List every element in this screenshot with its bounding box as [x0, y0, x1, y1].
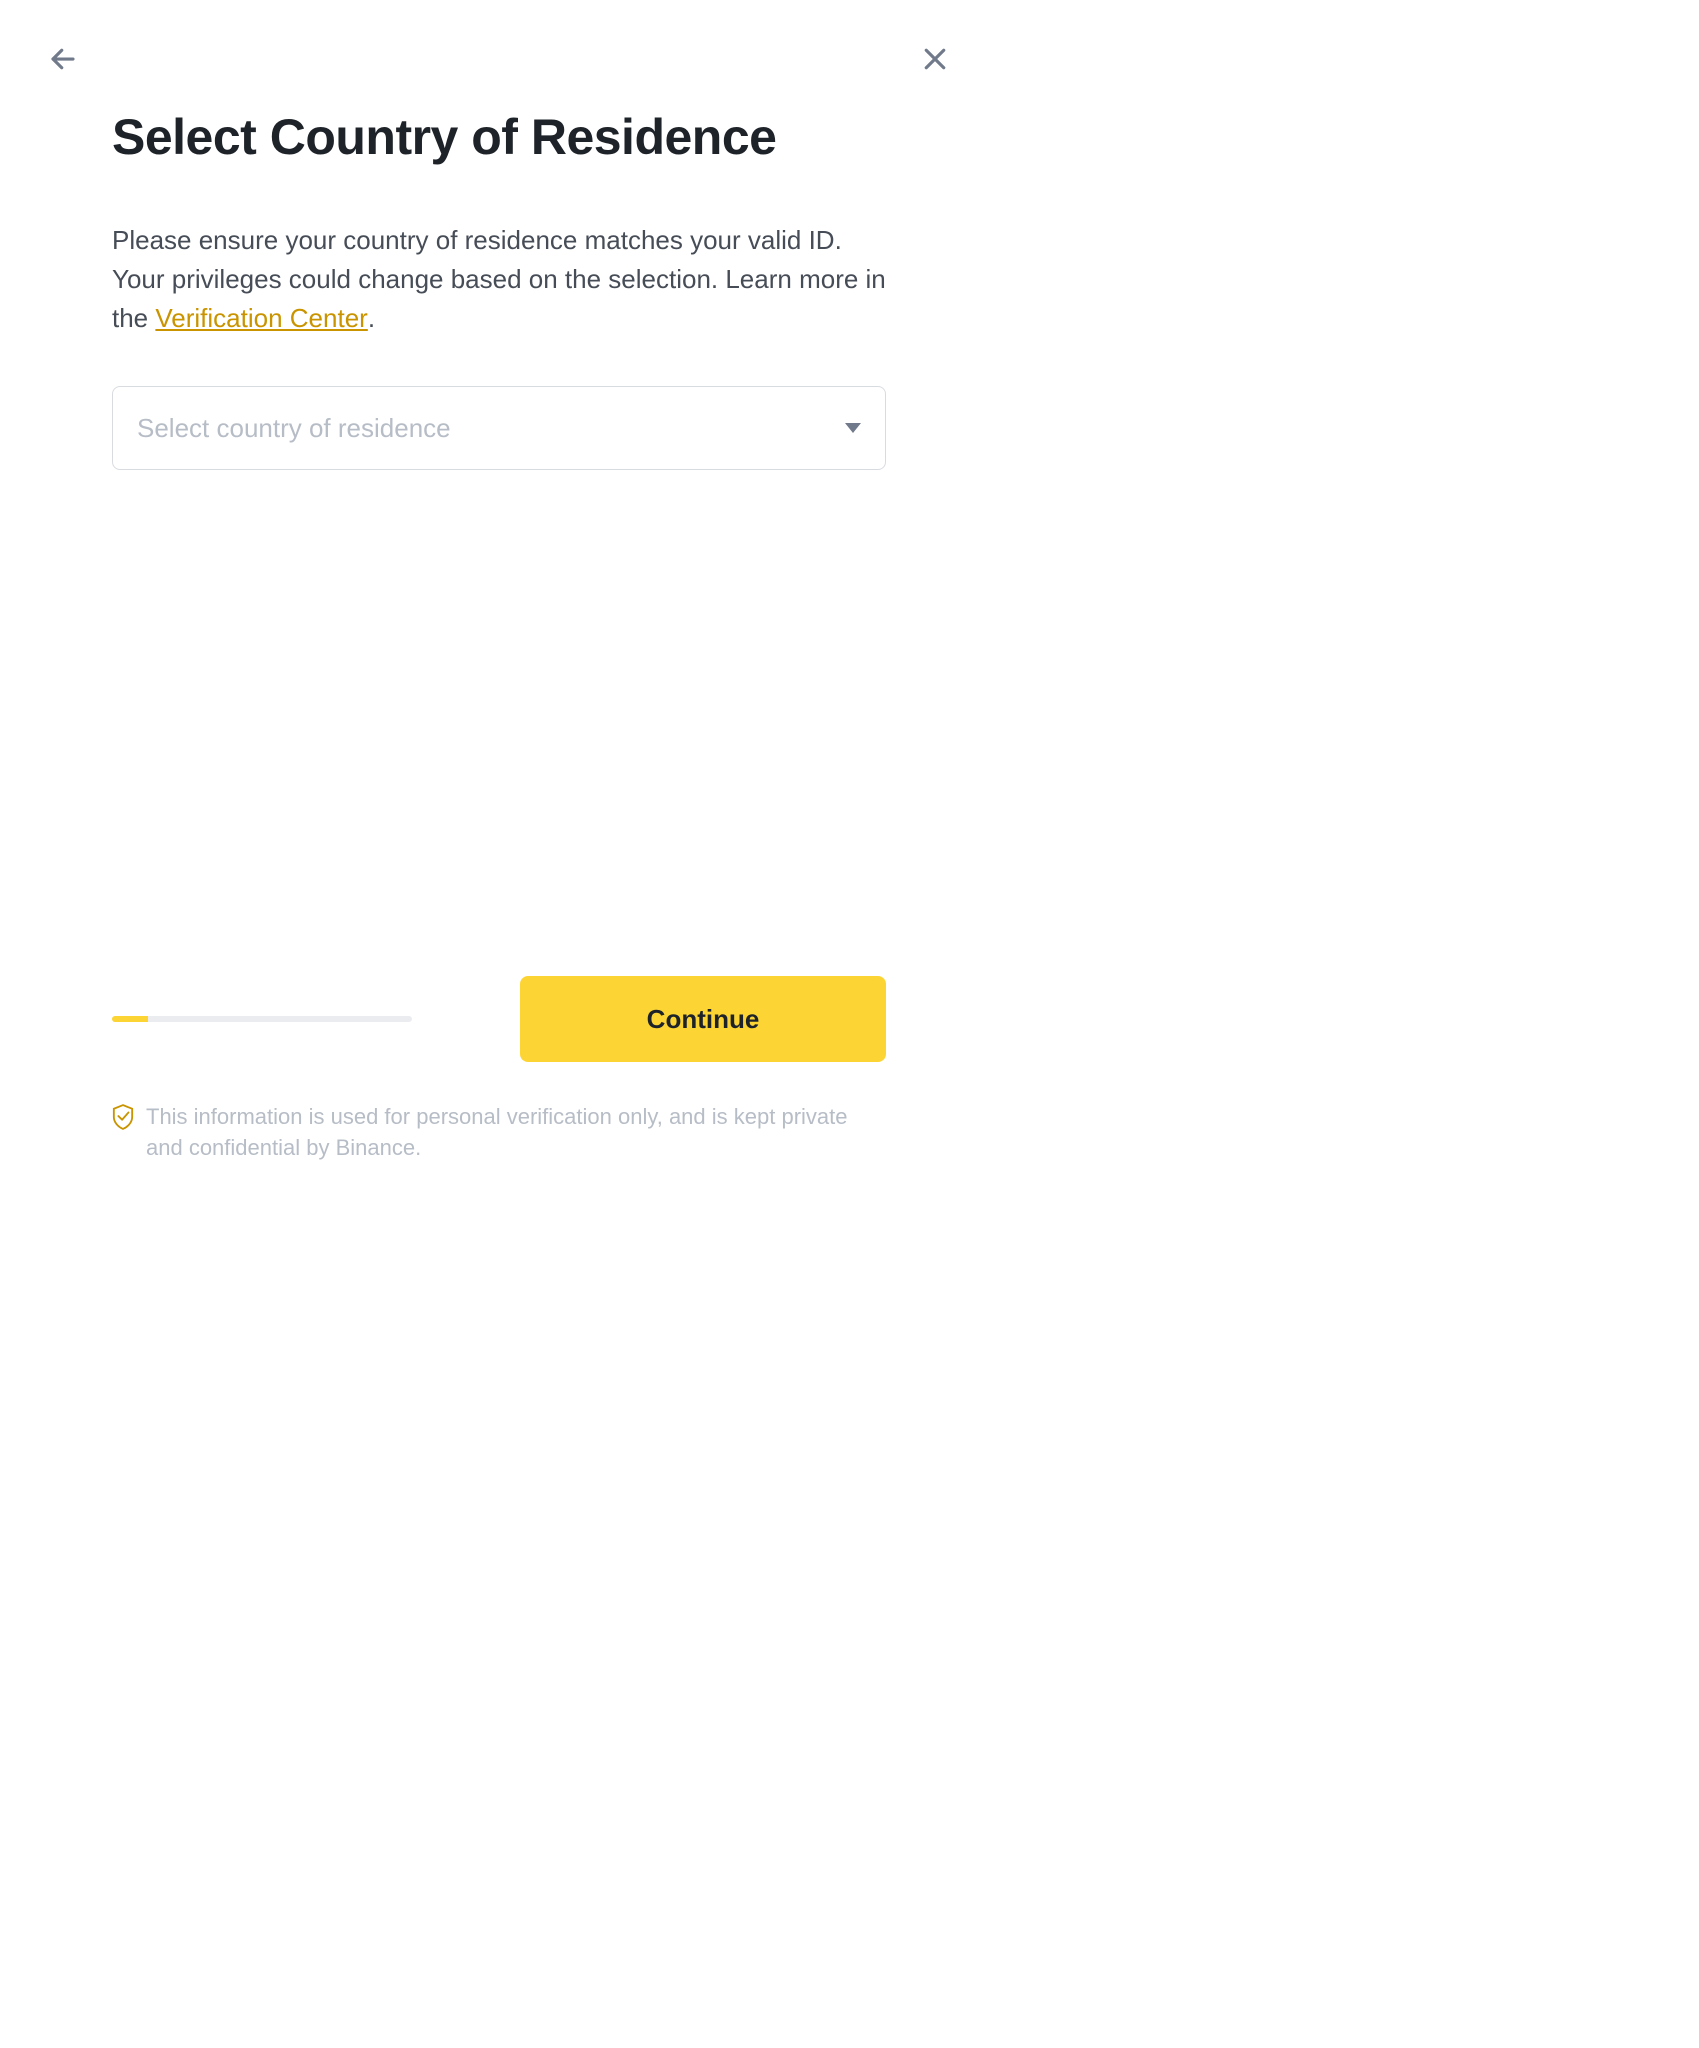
- disclaimer-text: This information is used for personal ve…: [146, 1102, 886, 1164]
- progress-track: [112, 1016, 412, 1022]
- caret-down-icon: [845, 423, 861, 433]
- page-title: Select Country of Residence: [112, 110, 886, 165]
- country-select[interactable]: Select country of residence: [112, 386, 886, 470]
- close-button[interactable]: [920, 44, 950, 74]
- progress-bar: [112, 1016, 148, 1022]
- continue-button[interactable]: Continue: [520, 976, 886, 1062]
- close-icon: [920, 44, 950, 74]
- country-selection-modal: Select Country of Residence Please ensur…: [0, 0, 998, 1204]
- description-text: Please ensure your country of residence …: [112, 221, 886, 338]
- country-select-placeholder: Select country of residence: [137, 413, 451, 444]
- arrow-left-icon: [48, 44, 78, 74]
- disclaimer-row: This information is used for personal ve…: [112, 1102, 886, 1164]
- shield-check-icon: [112, 1104, 134, 1130]
- footer-row: Continue: [112, 976, 886, 1062]
- content-area: Select Country of Residence Please ensur…: [112, 110, 886, 470]
- footer: Continue This information is used for pe…: [112, 976, 886, 1164]
- back-button[interactable]: [48, 44, 78, 74]
- description-part2: .: [368, 303, 375, 333]
- verification-center-link[interactable]: Verification Center: [155, 303, 367, 333]
